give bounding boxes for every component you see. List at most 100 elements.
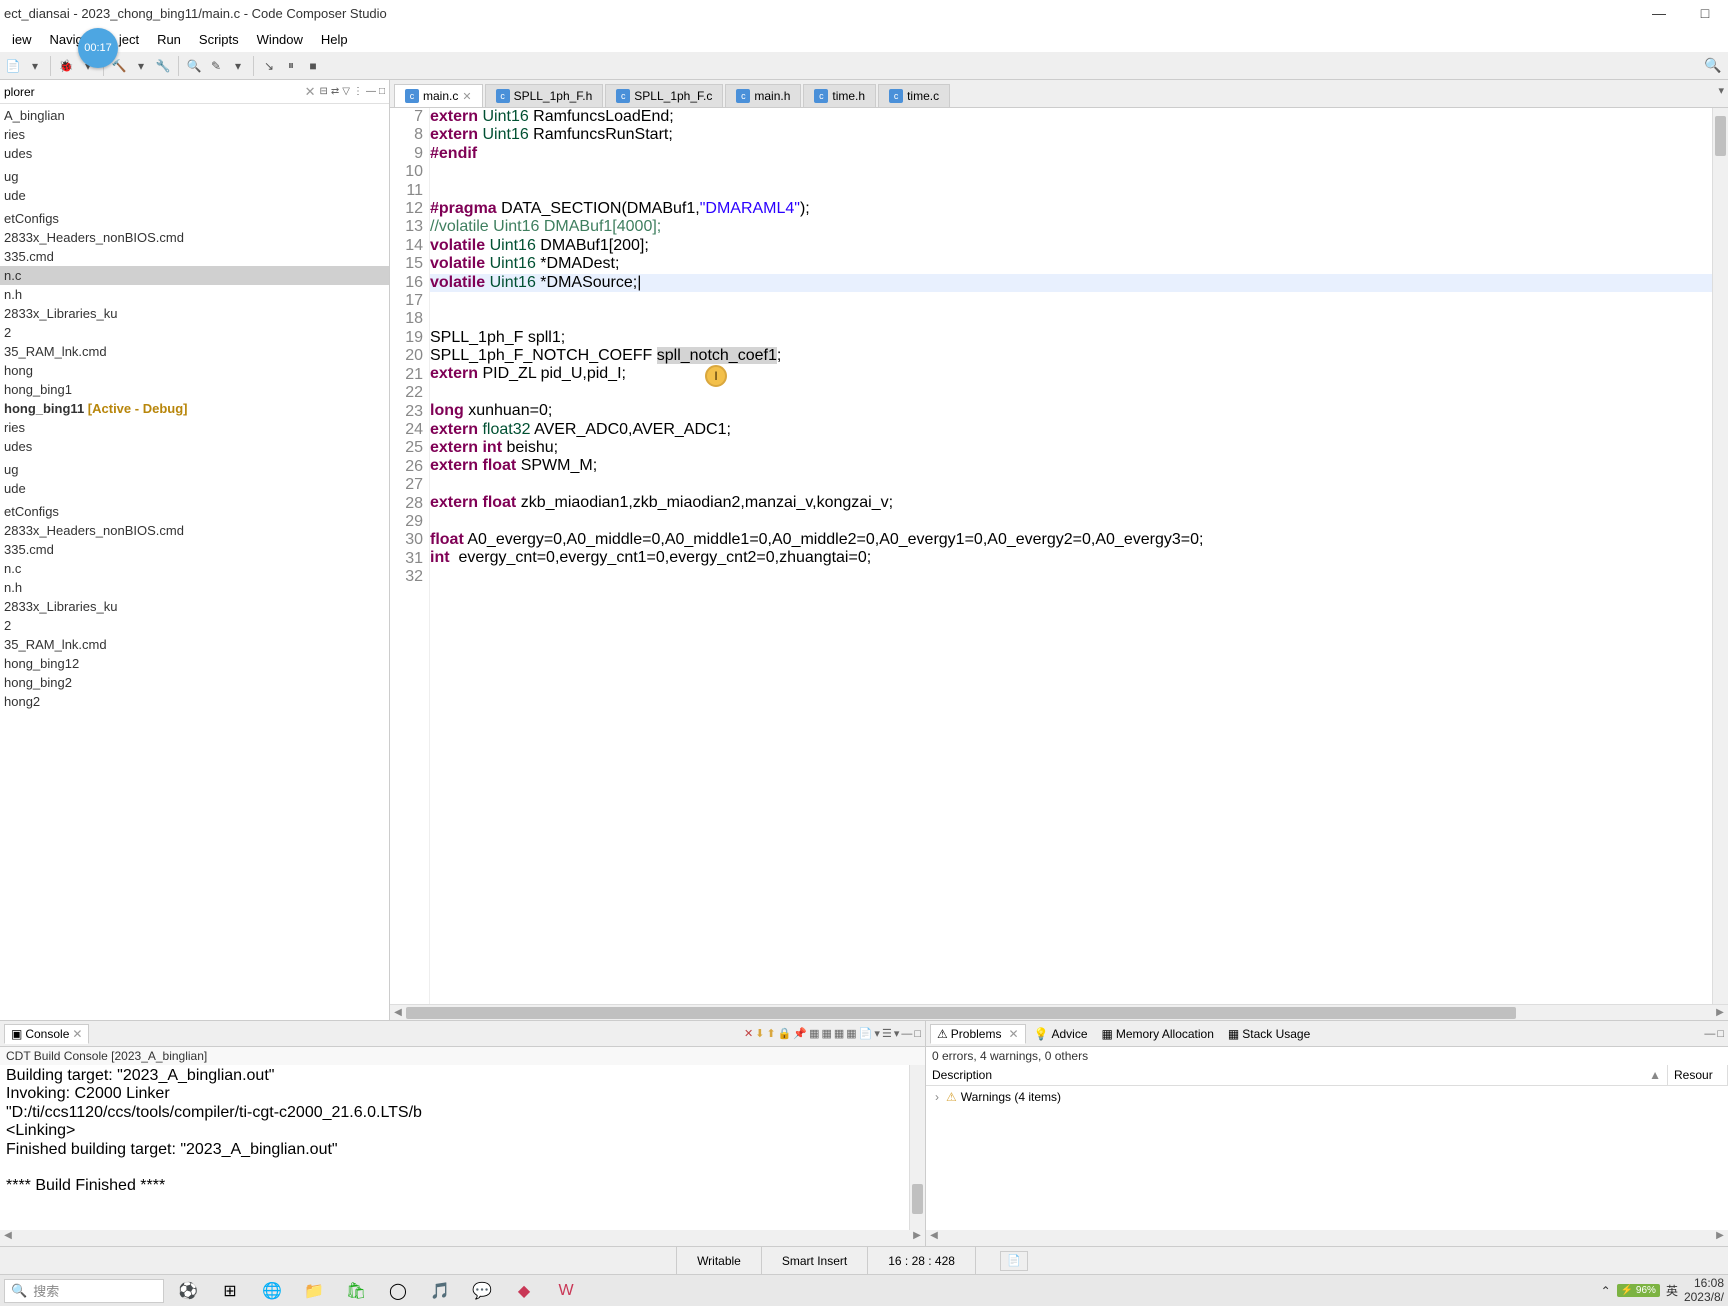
editor-hscrollbar[interactable]: ◀ ▶ (390, 1004, 1728, 1020)
stop-icon[interactable]: ■ (304, 57, 322, 75)
edge-icon[interactable]: 🌐 (254, 1277, 290, 1305)
tree-item[interactable]: 335.cmd (0, 540, 389, 559)
explorer-icon[interactable]: 📁 (296, 1277, 332, 1305)
code-line[interactable]: extern float zkb_miaodian1,zkb_miaodian2… (430, 494, 1712, 512)
max-icon[interactable]: □ (379, 86, 385, 97)
recorder-timer[interactable]: 00:17 (78, 28, 118, 68)
code-line[interactable]: volatile Uint16 *DMASource;| (430, 274, 1712, 292)
problems-tree[interactable]: › ⚠ Warnings (4 items) (926, 1086, 1728, 1108)
wand-icon[interactable]: ✎ (207, 57, 225, 75)
scrollbar-thumb[interactable] (912, 1184, 923, 1214)
console-vscrollbar[interactable] (909, 1065, 925, 1230)
scrollbar-thumb[interactable] (1715, 116, 1726, 156)
down-arrow-icon[interactable]: ⬇ (755, 1027, 764, 1040)
tree-item[interactable]: n.h (0, 285, 389, 304)
tab-advice[interactable]: 💡Advice (1028, 1025, 1094, 1043)
scrollbar-track[interactable] (16, 1230, 909, 1246)
code-line[interactable] (430, 513, 1712, 531)
tool-icon[interactable]: ▦ (834, 1027, 844, 1040)
new-icon[interactable]: 📄 (4, 57, 22, 75)
tree-item[interactable]: 335.cmd (0, 247, 389, 266)
warnings-group[interactable]: › ⚠ Warnings (4 items) (932, 1090, 1722, 1104)
tab-time-c[interactable]: ctime.c (878, 84, 950, 107)
code-line[interactable] (430, 292, 1712, 310)
search-toolbar-icon[interactable]: 🔍 (1704, 57, 1722, 75)
tab-main-c[interactable]: cmain.c✕ (394, 84, 483, 107)
code-line[interactable]: int evergy_cnt=0,evergy_cnt1=0,evergy_cn… (430, 549, 1712, 567)
tree-item[interactable]: hong_bing2 (0, 673, 389, 692)
tab-main-h[interactable]: cmain.h (725, 84, 801, 107)
menu-icon[interactable]: ⋮ (353, 86, 363, 97)
ccs-icon[interactable]: ◆ (506, 1277, 542, 1305)
min-icon[interactable]: — (366, 86, 376, 97)
dropdown-icon[interactable]: ▾ (894, 1027, 900, 1040)
tree-item[interactable]: etConfigs (0, 209, 389, 228)
status-icon[interactable]: 📄 (975, 1247, 1052, 1274)
scrollbar-track[interactable] (942, 1230, 1712, 1246)
code-line[interactable]: long xunhuan=0; (430, 402, 1712, 420)
clock-date[interactable]: 2023/8/ (1684, 1291, 1724, 1304)
tree-item[interactable]: 35_RAM_lnk.cmd (0, 635, 389, 654)
tab-SPLL_1ph_F-h[interactable]: cSPLL_1ph_F.h (485, 84, 604, 107)
close-icon[interactable]: ✕ (72, 1027, 82, 1041)
scroll-right-icon[interactable]: ▶ (1712, 1230, 1728, 1246)
code-line[interactable] (430, 163, 1712, 181)
chrome-icon[interactable]: ◯ (380, 1277, 416, 1305)
taskbar-search[interactable]: 🔍 搜索 (4, 1279, 164, 1303)
tree-item[interactable]: n.c (0, 559, 389, 578)
tool-icon[interactable]: 📄 (859, 1027, 873, 1040)
tree-item[interactable]: hong_bing1 (0, 380, 389, 399)
filter-icon[interactable]: ▽ (342, 86, 350, 97)
up-arrow-icon[interactable]: ⬆ (766, 1027, 775, 1040)
menu-help[interactable]: Help (313, 30, 356, 49)
tree-item[interactable]: 2 (0, 616, 389, 635)
tree-item[interactable]: hong (0, 361, 389, 380)
project-tree[interactable]: A_binglianriesudesugudeetConfigs2833x_He… (0, 104, 389, 1020)
tool-icon[interactable]: ▦ (846, 1027, 856, 1040)
code-line[interactable]: #endif (430, 145, 1712, 163)
tree-item[interactable]: ries (0, 418, 389, 437)
code-line[interactable]: extern float32 AVER_ADC0,AVER_ADC1; (430, 421, 1712, 439)
code-line[interactable]: float A0_evergy=0,A0_middle=0,A0_middle1… (430, 531, 1712, 549)
tab-console[interactable]: ▣ Console ✕ (4, 1024, 89, 1044)
tree-item[interactable]: udes (0, 144, 389, 163)
tree-item[interactable]: ug (0, 460, 389, 479)
problems-hscrollbar[interactable]: ◀ ▶ (926, 1230, 1728, 1246)
dropdown-icon[interactable]: ▾ (874, 1027, 880, 1040)
tree-item[interactable]: n.h (0, 578, 389, 597)
tree-item[interactable]: 2833x_Headers_nonBIOS.cmd (0, 521, 389, 540)
search-icon[interactable]: 🔍 (185, 57, 203, 75)
scrollbar-thumb[interactable] (406, 1007, 1516, 1019)
clear-icon[interactable]: ✕ (744, 1027, 753, 1040)
code-line[interactable] (430, 310, 1712, 328)
code-line[interactable]: #pragma DATA_SECTION(DMABuf1,"DMARAML4")… (430, 200, 1712, 218)
tree-item[interactable]: 2 (0, 323, 389, 342)
min-icon[interactable]: — (1704, 1028, 1715, 1040)
collapse-icon[interactable]: ⊟ (319, 86, 327, 97)
tree-item[interactable]: 2833x_Libraries_ku (0, 597, 389, 616)
tree-item[interactable]: A_binglian (0, 106, 389, 125)
code-line[interactable]: extern int beishu; (430, 439, 1712, 457)
tree-item[interactable]: 2833x_Headers_nonBIOS.cmd (0, 228, 389, 247)
tab-time-h[interactable]: ctime.h (803, 84, 876, 107)
menu-window[interactable]: Window (249, 30, 311, 49)
code-line[interactable]: SPLL_1ph_F spll1; (430, 329, 1712, 347)
lock-icon[interactable]: 🔒 (778, 1027, 792, 1040)
code-line[interactable] (430, 384, 1712, 402)
code-area[interactable]: extern Uint16 RamfuncsLoadEnd;extern Uin… (430, 108, 1712, 1004)
tab-memory-allocation[interactable]: ▦Memory Allocation (1096, 1025, 1220, 1043)
max-icon[interactable]: □ (1717, 1028, 1724, 1040)
tools-icon[interactable]: 🔧 (154, 57, 172, 75)
code-line[interactable] (430, 568, 1712, 586)
code-line[interactable] (430, 476, 1712, 494)
battery-indicator[interactable]: ⚡ 96% (1617, 1284, 1660, 1297)
tree-item[interactable]: n.c (0, 266, 389, 285)
store-icon[interactable]: 🛍 (338, 1277, 374, 1305)
tree-item[interactable]: ude (0, 186, 389, 205)
tiktok-icon[interactable]: 🎵 (422, 1277, 458, 1305)
tree-item[interactable]: udes (0, 437, 389, 456)
tree-item[interactable]: hong2 (0, 692, 389, 711)
tray-chevron-icon[interactable]: ⌃ (1601, 1284, 1611, 1298)
code-line[interactable]: volatile Uint16 DMABuf1[200]; (430, 237, 1712, 255)
code-line[interactable]: extern Uint16 RamfuncsRunStart; (430, 126, 1712, 144)
